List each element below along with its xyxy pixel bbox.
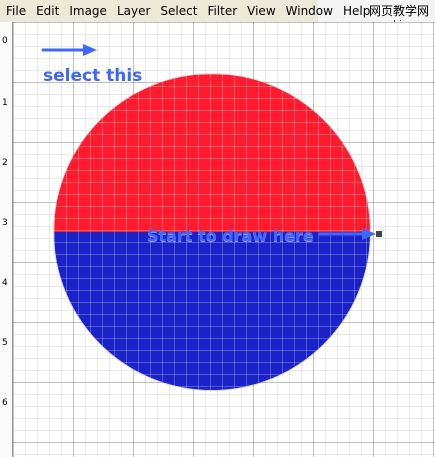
annotation-start-draw-here: Start to draw here bbox=[147, 226, 314, 245]
ruler-tick: 0 bbox=[2, 36, 8, 46]
menu-edit[interactable]: Edit bbox=[36, 4, 59, 18]
annotation-select-this: select this bbox=[43, 66, 143, 86]
ruler-tick: 2 bbox=[2, 158, 8, 168]
menu-image[interactable]: Image bbox=[69, 4, 107, 18]
annotation-arrow-select bbox=[41, 44, 97, 56]
menu-file[interactable]: File bbox=[6, 4, 26, 18]
ruler-tick: 3 bbox=[2, 218, 8, 228]
blue-half bbox=[54, 232, 370, 390]
red-half bbox=[54, 74, 370, 232]
menu-layer[interactable]: Layer bbox=[117, 4, 150, 18]
menu-window[interactable]: Window bbox=[286, 4, 333, 18]
menu-select[interactable]: Select bbox=[160, 4, 197, 18]
ruler-tick: 1 bbox=[2, 98, 8, 108]
menu-bar: File Edit Image Layer Select Filter View… bbox=[0, 0, 370, 23]
annotation-arrow-start bbox=[318, 228, 382, 240]
ruler-tick: 4 bbox=[2, 278, 8, 288]
menu-view[interactable]: View bbox=[247, 4, 275, 18]
menu-filter[interactable]: Filter bbox=[207, 4, 237, 18]
photoshop-window: File Edit Image Layer Select Filter View… bbox=[0, 0, 435, 457]
document-canvas[interactable]: select this Start to draw here bbox=[13, 22, 435, 457]
ruler-tick: 6 bbox=[2, 398, 8, 408]
vertical-ruler: 0 1 2 3 4 5 6 bbox=[0, 22, 13, 457]
ruler-tick: 5 bbox=[2, 338, 8, 348]
watermark-title: 网页教学网 bbox=[368, 4, 429, 18]
